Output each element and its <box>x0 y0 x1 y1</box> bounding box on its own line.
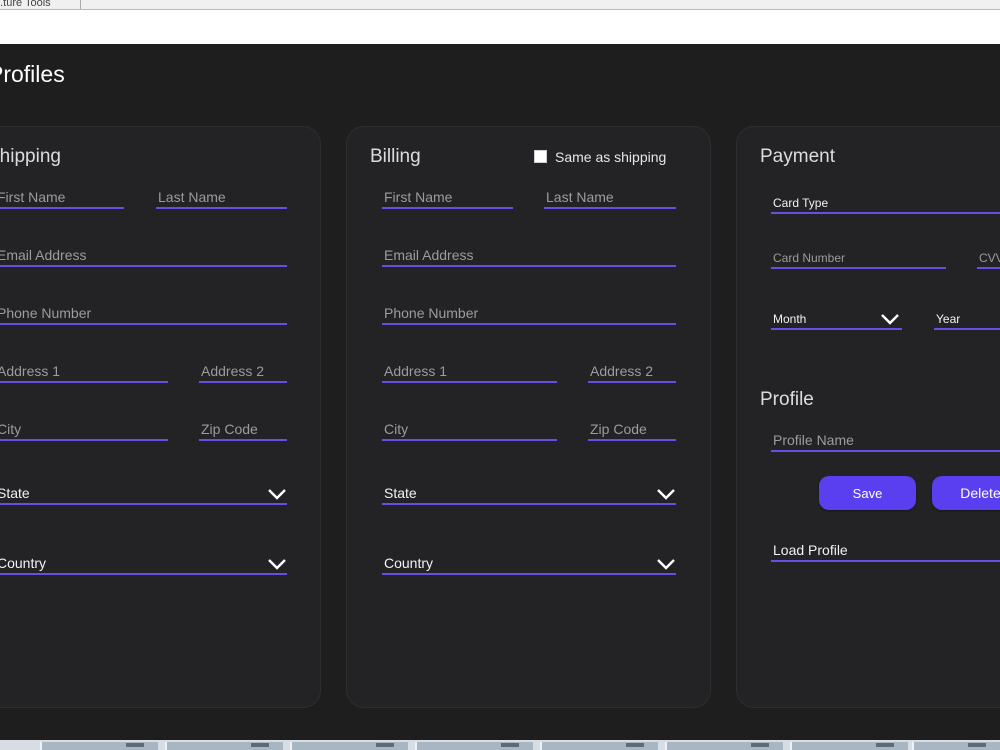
expiry-month-select[interactable]: Month <box>771 308 902 330</box>
shipping-last-name-placeholder: Last Name <box>158 189 226 205</box>
billing-email-placeholder: Email Address <box>384 247 474 263</box>
shipping-state-select[interactable]: State <box>0 483 287 505</box>
title-divider <box>80 0 81 9</box>
shipping-address2-placeholder: Address 2 <box>201 363 265 379</box>
shipping-title: Shipping <box>0 146 61 167</box>
same-as-shipping-checkbox[interactable] <box>534 150 547 163</box>
shipping-panel: Shipping First Name Last Name Email Addr… <box>0 126 321 708</box>
chevron-down-icon <box>267 558 287 570</box>
shipping-first-name-input[interactable]: First Name <box>0 187 124 209</box>
billing-last-name-placeholder: Last Name <box>546 189 614 205</box>
profile-name-input[interactable]: Profile Name <box>771 430 1000 452</box>
billing-address2-placeholder: Address 2 <box>590 363 654 379</box>
shipping-zip-input[interactable]: Zip Code <box>199 419 287 441</box>
billing-city-placeholder: City <box>384 421 409 437</box>
billing-first-name-placeholder: First Name <box>384 189 453 205</box>
billing-city-input[interactable]: City <box>382 419 557 441</box>
shipping-country-value: Country <box>0 555 47 571</box>
chevron-down-icon <box>656 558 676 570</box>
billing-address1-input[interactable]: Address 1 <box>382 361 557 383</box>
shipping-state-value: State <box>0 485 30 501</box>
profile-name-placeholder: Profile Name <box>773 432 854 448</box>
shipping-phone-placeholder: Phone Number <box>0 305 92 321</box>
expiry-month-value: Month <box>773 312 807 326</box>
expiry-year-select[interactable]: Year <box>934 308 1000 330</box>
shipping-address1-placeholder: Address 1 <box>0 363 61 379</box>
billing-phone-input[interactable]: Phone Number <box>382 303 676 325</box>
taskbar-window-thumbnail[interactable] <box>912 742 1000 750</box>
window-title-bar: ...ture Tools <box>0 0 1000 10</box>
same-as-shipping-label: Same as shipping <box>555 149 667 165</box>
payment-panel: Payment Card Type Card Number CVV Month … <box>736 126 1000 708</box>
taskbar-window-thumbnail[interactable] <box>165 742 283 750</box>
delete-button[interactable]: Delete <box>932 476 1000 510</box>
load-profile-value: Load Profile <box>773 542 848 558</box>
window-title: ...ture Tools <box>0 0 51 9</box>
card-type-select[interactable]: Card Type <box>771 192 1000 214</box>
taskbar-window-thumbnail[interactable] <box>790 742 908 750</box>
chevron-down-icon <box>656 488 676 500</box>
billing-last-name-input[interactable]: Last Name <box>544 187 676 209</box>
billing-first-name-input[interactable]: First Name <box>382 187 513 209</box>
save-button[interactable]: Save <box>819 476 916 510</box>
shipping-phone-input[interactable]: Phone Number <box>0 303 287 325</box>
cvv-placeholder: CVV <box>979 251 1000 265</box>
shipping-address1-input[interactable]: Address 1 <box>0 361 168 383</box>
load-profile-select[interactable]: Load Profile <box>771 540 1000 562</box>
payment-title: Payment <box>760 146 835 167</box>
billing-email-input[interactable]: Email Address <box>382 245 676 267</box>
taskbar-window-thumbnail[interactable] <box>540 742 658 750</box>
shipping-email-input[interactable]: Email Address <box>0 245 287 267</box>
billing-state-value: State <box>384 485 417 501</box>
taskbar-window-thumbnail[interactable] <box>290 742 408 750</box>
shipping-city-placeholder: City <box>0 421 22 437</box>
card-number-placeholder: Card Number <box>773 251 846 265</box>
shipping-address2-input[interactable]: Address 2 <box>199 361 287 383</box>
billing-title: Billing <box>370 146 421 167</box>
billing-address1-placeholder: Address 1 <box>384 363 448 379</box>
billing-zip-placeholder: Zip Code <box>590 421 647 437</box>
shipping-first-name-placeholder: First Name <box>0 189 66 205</box>
taskbar-window-thumbnail[interactable] <box>665 742 783 750</box>
chevron-down-icon <box>267 488 287 500</box>
billing-state-select[interactable]: State <box>382 483 676 505</box>
billing-address2-input[interactable]: Address 2 <box>588 361 676 383</box>
billing-country-value: Country <box>384 555 434 571</box>
billing-country-select[interactable]: Country <box>382 553 676 575</box>
shipping-email-placeholder: Email Address <box>0 247 87 263</box>
card-number-input[interactable]: Card Number <box>771 247 946 269</box>
taskbar-window-thumbnail[interactable] <box>40 742 158 750</box>
toolbar-strip <box>0 10 1000 44</box>
taskbar <box>0 740 1000 750</box>
billing-zip-input[interactable]: Zip Code <box>588 419 676 441</box>
chevron-down-icon <box>880 313 900 325</box>
page-title: Profiles <box>0 61 65 87</box>
profile-title: Profile <box>760 389 814 410</box>
taskbar-window-thumbnail[interactable] <box>415 742 533 750</box>
billing-phone-placeholder: Phone Number <box>384 305 479 321</box>
cvv-input[interactable]: CVV <box>977 247 1000 269</box>
expiry-year-value: Year <box>936 312 961 326</box>
shipping-country-select[interactable]: Country <box>0 553 287 575</box>
shipping-city-input[interactable]: City <box>0 419 168 441</box>
billing-panel: Billing Same as shipping First Name Last… <box>346 126 711 708</box>
card-type-value: Card Type <box>773 196 829 210</box>
shipping-last-name-input[interactable]: Last Name <box>156 187 287 209</box>
shipping-zip-placeholder: Zip Code <box>201 421 258 437</box>
